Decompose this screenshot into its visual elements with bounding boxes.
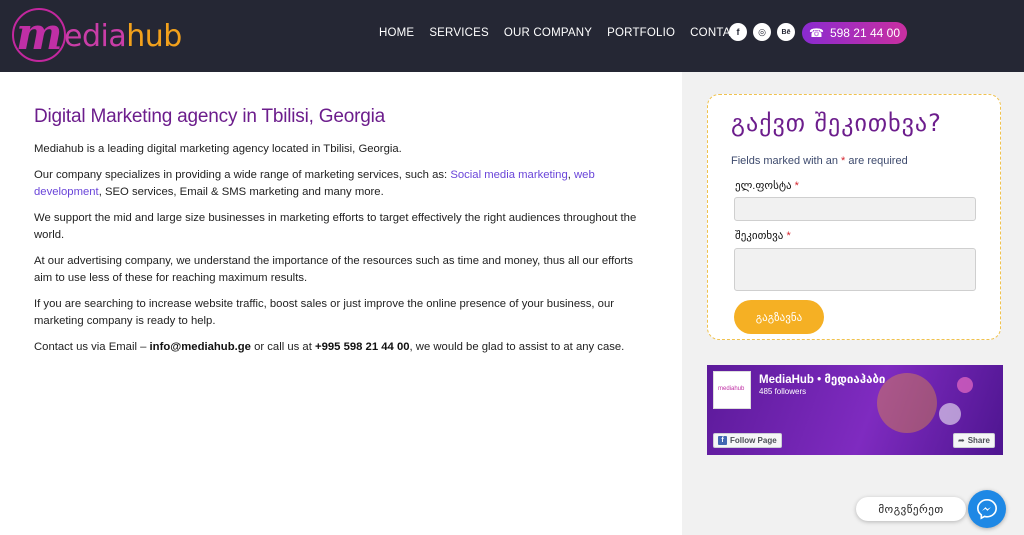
instagram-icon[interactable]: ◎: [753, 23, 771, 41]
email-required-star: *: [794, 180, 799, 192]
fb-cover-decoration: [939, 403, 961, 425]
fb-page-thumbnail[interactable]: mediahub: [713, 371, 751, 409]
phone-button[interactable]: ☎ 598 21 44 00: [802, 22, 907, 44]
help-paragraph: If you are searching to increase website…: [34, 298, 615, 327]
email-label-text: ელ.ფოსტა: [735, 180, 792, 192]
nav-home[interactable]: HOME: [379, 26, 414, 40]
fb-cover-decoration: [957, 377, 973, 393]
question-label-text: შეკითხვა: [735, 230, 784, 242]
contact-email: info@mediahub.ge: [149, 341, 251, 353]
nav-services[interactable]: SERVICES: [429, 26, 489, 40]
fb-follow-button[interactable]: f Follow Page: [713, 433, 782, 448]
chat-label[interactable]: მოგვწერეთ: [856, 497, 966, 521]
nav-portfolio[interactable]: PORTFOLIO: [607, 26, 675, 40]
messenger-icon: [977, 499, 997, 520]
contact-text-c: , we would be glad to assist to at any c…: [409, 341, 625, 353]
facebook-page-widget[interactable]: mediahub MediaHub • მედიაჰაბი 485 follow…: [707, 365, 1003, 455]
contact-phone: +995 598 21 44 00: [314, 341, 410, 353]
required-note: Fields marked with an * are required: [731, 155, 908, 167]
fb-cover-decoration: [877, 373, 937, 433]
phone-number: 598 21 44 00: [829, 26, 901, 40]
fb-followers: 485 followers: [759, 387, 807, 396]
email-label: ელ.ფოსტა *: [735, 179, 799, 192]
question-required-star: *: [786, 230, 791, 242]
intro-paragraph: Mediahub is a leading digital marketing …: [34, 143, 402, 155]
site-header: m ediahub HOME SERVICES OUR COMPANY PORT…: [0, 0, 1024, 72]
fb-page-name[interactable]: MediaHub • მედიაჰაბი: [759, 372, 885, 386]
fb-share-label: Share: [967, 436, 990, 445]
logo-hub-text: hub: [126, 19, 182, 54]
contact-text-a: Contact us via Email –: [34, 341, 150, 353]
logo-wordmark: ediahub: [64, 20, 182, 54]
form-title: გაქვთ შეკითხვა?: [731, 109, 942, 137]
page-title: Digital Marketing agency in Tbilisi, Geo…: [34, 106, 385, 127]
contact-form: გაქვთ შეკითხვა? Fields marked with an * …: [707, 94, 1001, 340]
required-note-text: Fields marked with an: [731, 155, 842, 167]
fb-share-button[interactable]: ➦ Share: [953, 433, 995, 448]
messenger-button[interactable]: [968, 490, 1006, 528]
logo-media-text: edia: [64, 19, 127, 54]
facebook-icon[interactable]: f: [729, 23, 747, 41]
phone-icon: ☎: [808, 26, 824, 40]
services-text-start: Our company specializes in providing a w…: [34, 169, 451, 181]
contact-text-b: or call us at: [250, 341, 315, 353]
submit-button[interactable]: გაგზავნა: [734, 300, 824, 334]
services-paragraph: Our company specializes in providing a w…: [34, 167, 654, 201]
fb-follow-label: Follow Page: [730, 436, 777, 445]
fb-thumb-text: mediahub: [718, 386, 745, 392]
email-field[interactable]: [734, 197, 976, 221]
main-content: Digital Marketing agency in Tbilisi, Geo…: [34, 106, 654, 365]
main-nav: HOME SERVICES OUR COMPANY PORTFOLIO CONT…: [379, 26, 761, 40]
sidebar: გაქვთ შეკითხვა? Fields marked with an * …: [682, 72, 1024, 535]
required-note-end: are required: [845, 155, 908, 167]
behance-icon[interactable]: Bē: [777, 23, 795, 41]
support-paragraph: We support the mid and large size busine…: [34, 212, 637, 241]
social-media-marketing-link[interactable]: Social media marketing: [450, 169, 567, 181]
question-label: შეკითხვა *: [735, 229, 791, 242]
resources-paragraph: At our advertising company, we understan…: [34, 255, 634, 284]
facebook-icon: f: [718, 436, 727, 445]
services-text-end: , SEO services, Email & SMS marketing an…: [98, 186, 384, 198]
share-icon: ➦: [958, 436, 965, 445]
logo-m-mark: m: [16, 9, 63, 60]
contact-paragraph: Contact us via Email – info@mediahub.ge …: [34, 339, 654, 356]
mediahub-logo[interactable]: m ediahub: [8, 6, 208, 66]
nav-our-company[interactable]: OUR COMPANY: [504, 26, 592, 40]
question-textarea[interactable]: [734, 248, 976, 291]
